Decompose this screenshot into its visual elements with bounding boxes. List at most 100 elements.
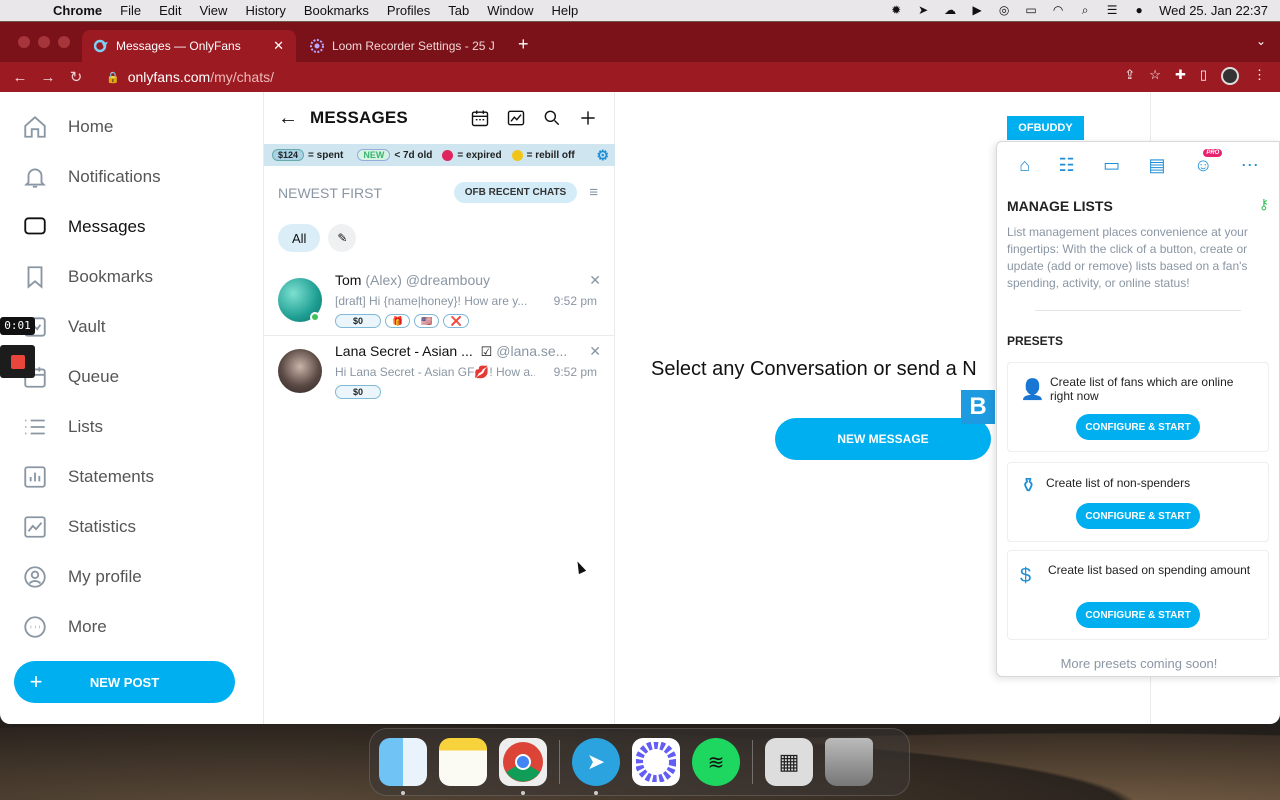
- menu-edit[interactable]: Edit: [150, 3, 190, 18]
- chat-username: @lana.se...: [496, 343, 568, 359]
- share-icon[interactable]: ⇪: [1124, 67, 1135, 85]
- ofbuddy-toggle-button[interactable]: OFBUDDY: [1007, 116, 1084, 140]
- menu-app-name[interactable]: Chrome: [44, 3, 111, 18]
- menu-window[interactable]: Window: [478, 3, 542, 18]
- sidebar-item-statements[interactable]: Statements: [22, 462, 154, 492]
- new-tab-icon[interactable]: +: [518, 34, 529, 55]
- sidebar-item-my-profile[interactable]: My profile: [22, 562, 142, 592]
- filter-chip-all[interactable]: All: [278, 224, 321, 252]
- preview-dock-icon[interactable]: ▦: [765, 738, 813, 786]
- close-tab-icon[interactable]: ✕: [273, 38, 284, 54]
- media-gallery-icon[interactable]: [506, 108, 526, 128]
- battery-icon[interactable]: ▭: [1024, 4, 1038, 17]
- sidebar-item-lists[interactable]: Lists: [22, 412, 103, 442]
- sidebar-item-messages[interactable]: Messages: [22, 212, 145, 242]
- profile-avatar[interactable]: [1221, 67, 1239, 85]
- forward-arrow-icon[interactable]: →: [34, 69, 62, 86]
- gear-icon[interactable]: ⚙: [596, 147, 609, 164]
- control-center-icon[interactable]: ☰: [1105, 4, 1119, 17]
- configure-start-button[interactable]: CONFIGURE & START: [1076, 503, 1200, 529]
- add-chat-icon[interactable]: [578, 108, 598, 128]
- search-icon[interactable]: [542, 108, 562, 128]
- sidebar-item-bookmarks[interactable]: Bookmarks: [22, 262, 153, 292]
- new-post-button[interactable]: + NEW POST: [14, 661, 235, 703]
- tab-loom-settings[interactable]: Loom Recorder Settings - 25 J: [298, 30, 508, 62]
- chat-bubble-icon[interactable]: ▭: [1103, 155, 1120, 176]
- edit-pencil-icon[interactable]: ✎: [328, 224, 357, 252]
- close-icon[interactable]: ✕: [589, 272, 601, 289]
- menu-file[interactable]: File: [111, 3, 150, 18]
- address-bar[interactable]: 🔒 onlyfans.com/my/chats/: [96, 65, 1148, 89]
- zoom-window-button[interactable]: [58, 36, 70, 48]
- user-pro-icon[interactable]: ☺ PRO: [1194, 148, 1223, 176]
- spent-amount-tag: $0: [335, 385, 381, 399]
- spotlight-search-icon[interactable]: ⌕: [1078, 4, 1092, 17]
- spotify-dock-icon[interactable]: ≋: [692, 738, 740, 786]
- siri-icon[interactable]: ●: [1132, 4, 1146, 17]
- lock-icon[interactable]: 🔒: [106, 71, 120, 84]
- sidebar-item-notifications[interactable]: Notifications: [22, 162, 161, 192]
- sidebar-item-label: Messages: [68, 217, 146, 236]
- menubar-clock[interactable]: Wed 25. Jan 22:37: [1159, 3, 1268, 18]
- stop-recording-button[interactable]: [0, 345, 35, 378]
- finder-dock-icon[interactable]: [379, 738, 427, 795]
- notes-dock-icon[interactable]: [439, 738, 487, 786]
- home-icon[interactable]: ⌂: [1019, 155, 1030, 176]
- new-label: < 7d old: [394, 149, 433, 161]
- back-arrow-icon[interactable]: ←: [6, 69, 34, 86]
- play-icon[interactable]: ▶: [970, 4, 984, 17]
- loom-dock-icon[interactable]: [632, 738, 680, 786]
- minimize-window-button[interactable]: [38, 36, 50, 48]
- menu-tab[interactable]: Tab: [439, 3, 478, 18]
- checklist-icon[interactable]: ☷: [1059, 155, 1075, 176]
- sidebar-item-queue[interactable]: Queue: [22, 362, 119, 392]
- extensions-puzzle-icon[interactable]: ✚: [1175, 67, 1186, 85]
- telegram-dock-icon[interactable]: ➤: [572, 738, 620, 795]
- chat-item[interactable]: Lana Secret - Asian ... ☑ @lana.se... ✕ H…: [264, 335, 615, 405]
- ofb-nav: ⌂ ☷ ▭ ▤ ☺ PRO ⋯: [997, 148, 1279, 182]
- sort-label[interactable]: NEWEST FIRST: [278, 185, 382, 201]
- new-message-button[interactable]: NEW MESSAGE: [775, 418, 991, 460]
- chrome-dock-icon[interactable]: [499, 738, 547, 795]
- online-users-icon: 👤: [1020, 379, 1045, 401]
- more-dots-icon[interactable]: ⋯: [1241, 155, 1259, 176]
- configure-start-button[interactable]: CONFIGURE & START: [1076, 414, 1200, 440]
- cloud-icon[interactable]: ☁: [943, 4, 957, 17]
- avatar[interactable]: [278, 349, 322, 393]
- bookmark-star-icon[interactable]: ☆: [1149, 67, 1161, 85]
- key-icon[interactable]: ⚷: [1259, 196, 1269, 213]
- menu-bookmarks[interactable]: Bookmarks: [295, 3, 378, 18]
- panel-title: MANAGE LISTS: [1007, 198, 1113, 214]
- menu-view[interactable]: View: [190, 3, 236, 18]
- menu-help[interactable]: Help: [543, 3, 588, 18]
- browser-window: Messages — OnlyFans ✕ Loom Recorder Sett…: [0, 22, 1280, 92]
- airdrop-icon[interactable]: ◎: [997, 4, 1011, 17]
- menu-profiles[interactable]: Profiles: [378, 3, 439, 18]
- close-window-button[interactable]: [18, 36, 30, 48]
- chat-tags: $0: [335, 385, 381, 399]
- tab-search-chevron-icon[interactable]: ⌄: [1256, 34, 1266, 48]
- sidebar-item-statistics[interactable]: Statistics: [22, 512, 136, 542]
- calendar-icon[interactable]: [470, 108, 490, 128]
- side-panel-icon[interactable]: ▯: [1200, 67, 1207, 85]
- ofbuddy-b-logo-icon[interactable]: B: [961, 390, 995, 424]
- sidebar-item-home[interactable]: Home: [22, 112, 113, 142]
- ofb-recent-chats-button[interactable]: OFB RECENT CHATS: [453, 182, 578, 203]
- contact-card-icon[interactable]: ▤: [1149, 155, 1166, 176]
- tab-messages[interactable]: Messages — OnlyFans ✕: [82, 30, 296, 62]
- close-icon[interactable]: ✕: [589, 343, 601, 360]
- sort-icon[interactable]: ≡: [589, 184, 598, 201]
- chrome-menu-icon[interactable]: ⋮: [1253, 67, 1266, 85]
- chat-preview: Hi Lana Secret - Asian GF💋! How a...: [335, 365, 535, 379]
- configure-start-button[interactable]: CONFIGURE & START: [1076, 602, 1200, 628]
- telegram-status-icon[interactable]: ➤: [916, 4, 930, 17]
- back-arrow-icon[interactable]: ←: [278, 107, 298, 130]
- chat-item[interactable]: Tom (Alex) @dreambouy ✕ [draft] Hi {name…: [264, 264, 615, 334]
- trash-dock-icon[interactable]: [825, 738, 873, 786]
- reload-icon[interactable]: ↻: [62, 68, 90, 86]
- wifi-icon[interactable]: ◠: [1051, 4, 1065, 17]
- brightness-icon[interactable]: ✹: [889, 4, 903, 17]
- sidebar-item-more[interactable]: More: [22, 612, 107, 642]
- chat-display-name: Lana Secret - Asian ...: [335, 343, 473, 359]
- menu-history[interactable]: History: [236, 3, 294, 18]
